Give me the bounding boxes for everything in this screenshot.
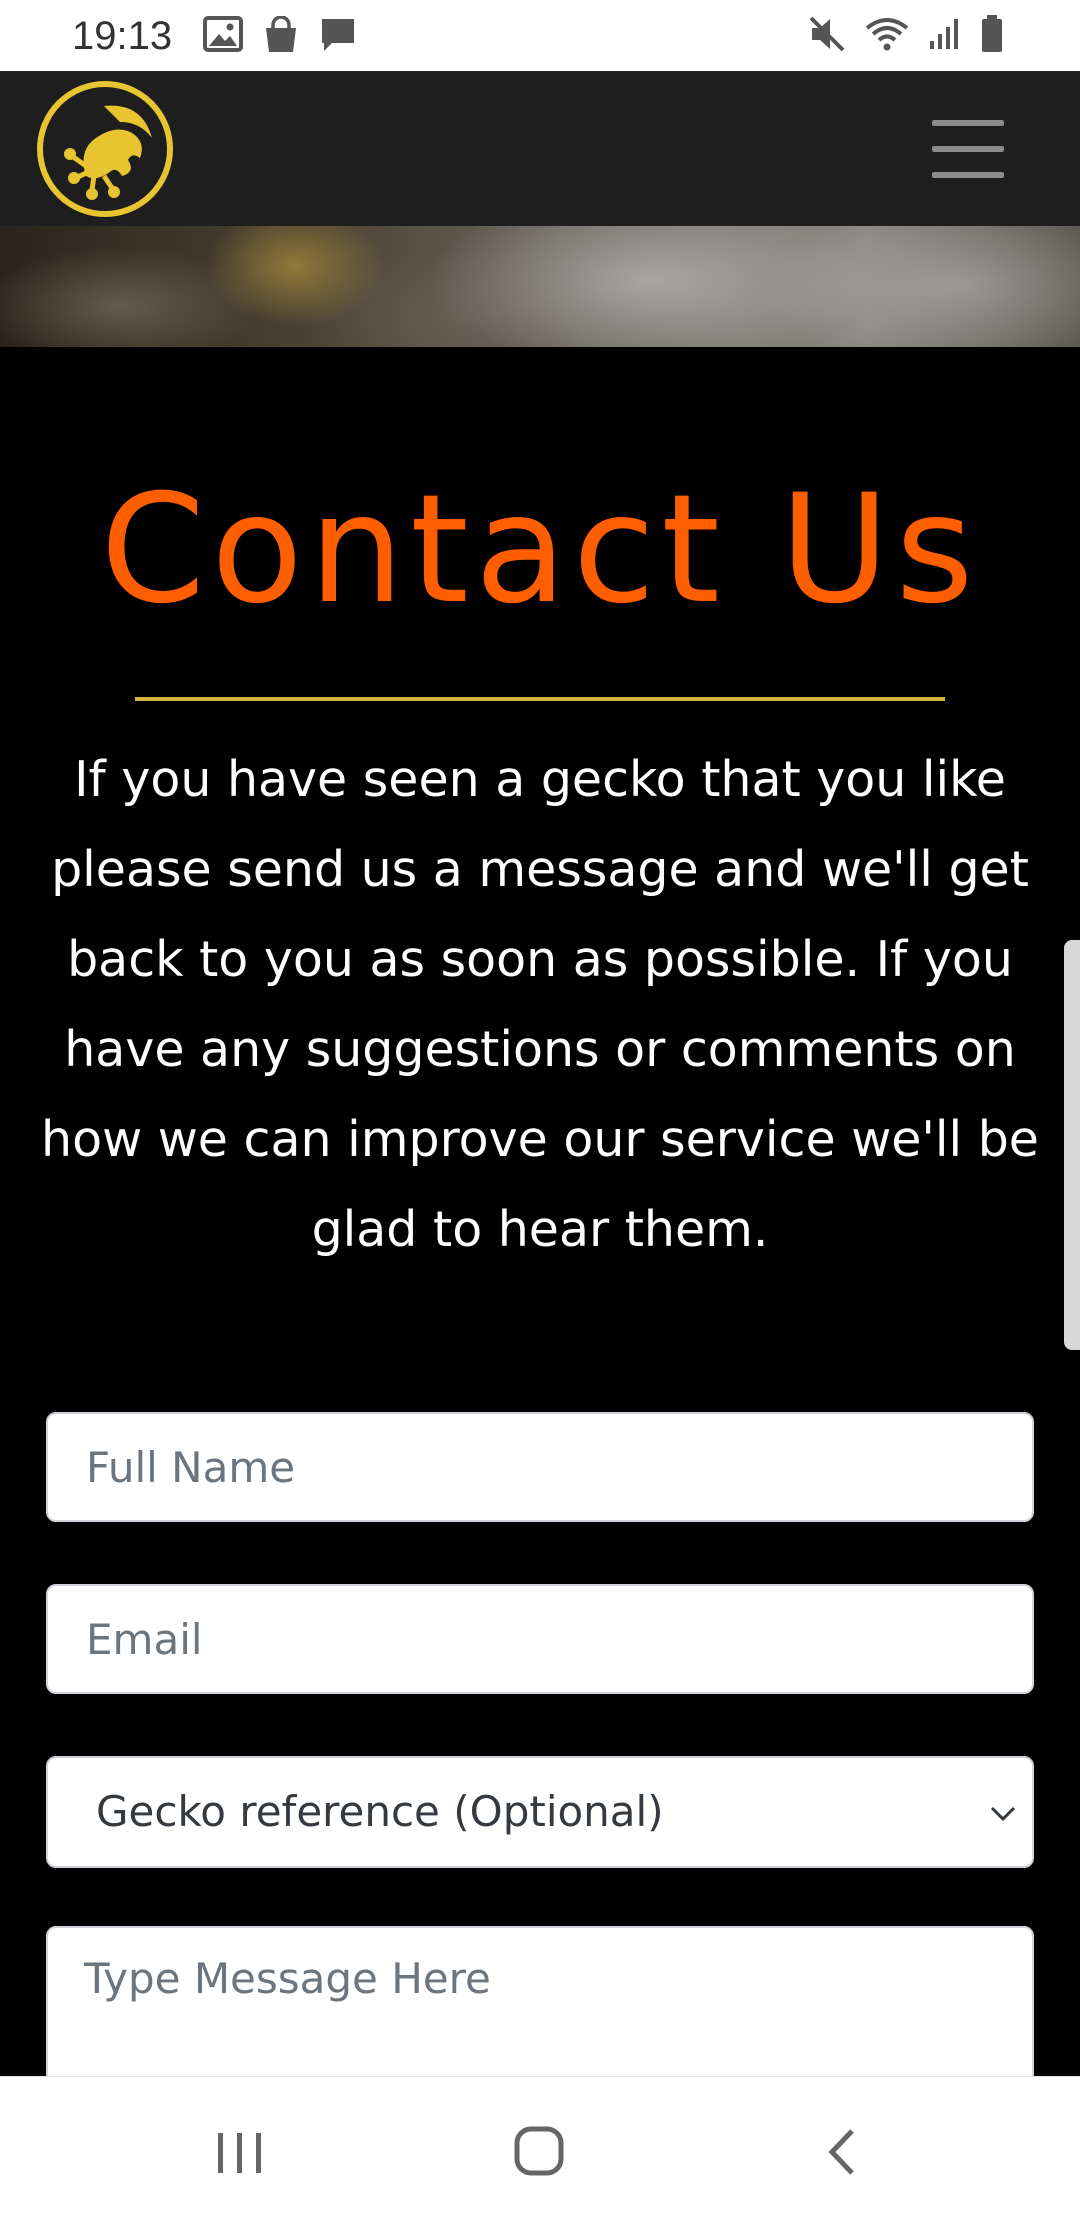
wifi-icon (865, 18, 909, 51)
page-title: Contact Us (100, 463, 980, 637)
gecko-reference-select[interactable]: Gecko reference (Optional) (46, 1756, 1034, 1868)
hamburger-menu-icon[interactable] (916, 114, 1022, 194)
status-time: 19:13 (72, 14, 173, 58)
shopping-bag-icon (266, 16, 296, 52)
status-right-icons (808, 14, 1004, 54)
status-bar: 19:13 (0, 0, 1080, 71)
mute-icon (809, 16, 845, 52)
gecko-reference-value: Gecko reference (Optional) (96, 1787, 664, 1836)
back-icon[interactable] (802, 2117, 882, 2187)
signal-icon (930, 19, 958, 49)
home-icon[interactable] (500, 2117, 580, 2187)
intro-text: If you have seen a gecko that you like p… (41, 751, 1039, 1258)
gecko-foot-logo-icon[interactable] (34, 78, 176, 220)
full-name-input[interactable] (46, 1412, 1034, 1522)
email-input[interactable] (46, 1584, 1034, 1694)
title-divider (135, 697, 945, 701)
scrollbar-thumb[interactable] (1064, 940, 1080, 1350)
menu-bar-top (932, 120, 1004, 126)
system-nav-bar (0, 2076, 1080, 2220)
gallery-icon (203, 16, 243, 52)
menu-bar-bottom (932, 172, 1004, 178)
hero-image (0, 226, 1080, 347)
menu-bar-middle (932, 146, 1004, 152)
navbar (0, 71, 1080, 226)
message-icon (322, 19, 354, 51)
recents-icon[interactable] (200, 2117, 280, 2187)
battery-icon (982, 15, 1002, 52)
chevron-down-icon (990, 1806, 1016, 1822)
status-left-icons (203, 16, 357, 54)
screen: 19:13 Contact Us If you have seen a geck… (0, 0, 1080, 2220)
